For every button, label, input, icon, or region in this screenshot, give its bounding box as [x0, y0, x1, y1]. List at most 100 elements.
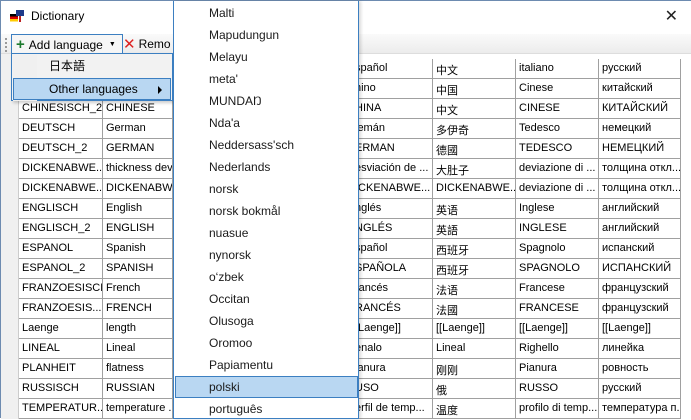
table-cell[interactable]: profilo di temp... [516, 399, 599, 419]
submenu-item[interactable]: Nda'a [175, 112, 358, 134]
table-cell[interactable]: SPANISH [103, 259, 173, 279]
submenu-item[interactable]: português [175, 398, 358, 420]
table-cell[interactable]: DICKENABWE... [19, 179, 103, 199]
table-cell[interactable]: deviazione di ... [516, 179, 599, 199]
table-cell[interactable]: ENGLISCH_2 [19, 219, 103, 239]
table-cell[interactable]: RUSSISCH [19, 379, 103, 399]
table-cell[interactable]: HINA [353, 99, 433, 119]
table-cell[interactable]: НЕМЕЦКИЙ [599, 139, 681, 159]
table-cell[interactable]: deviazione di ... [516, 159, 599, 179]
table-cell[interactable]: 德國 [433, 139, 516, 159]
submenu-item[interactable]: polski [175, 376, 358, 398]
table-cell[interactable]: FRANZOESISCH [19, 279, 103, 299]
table-cell[interactable]: французский [599, 299, 681, 319]
table-cell[interactable]: Francese [516, 279, 599, 299]
table-cell[interactable]: 温度 [433, 399, 516, 419]
submenu-item[interactable]: Nederlands [175, 156, 358, 178]
table-cell[interactable]: ERMAN [353, 139, 433, 159]
submenu-item[interactable]: o‘zbek [175, 266, 358, 288]
table-cell[interactable]: [Laenge]] [353, 319, 433, 339]
table-cell[interactable]: italiano [516, 59, 599, 79]
table-cell[interactable]: русский [599, 59, 681, 79]
table-cell[interactable]: RUSSO [516, 379, 599, 399]
table-cell[interactable]: 刚刚 [433, 359, 516, 379]
submenu-item[interactable]: Papiamentu [175, 354, 358, 376]
table-cell[interactable]: lemán [353, 119, 433, 139]
table-cell[interactable]: 多伊奇 [433, 119, 516, 139]
table-cell[interactable]: SPAGNOLO [516, 259, 599, 279]
table-cell[interactable]: 法國 [433, 299, 516, 319]
add-language-button[interactable]: + Add language ▼ [11, 34, 123, 54]
submenu-item[interactable]: Melayu [175, 46, 358, 68]
table-cell[interactable]: русский [599, 379, 681, 399]
table-cell[interactable]: USO [353, 379, 433, 399]
table-cell[interactable]: GERMAN [103, 139, 173, 159]
table-cell[interactable]: English [103, 199, 173, 219]
table-cell[interactable]: nglés [353, 199, 433, 219]
table-cell[interactable]: lanura [353, 359, 433, 379]
table-cell[interactable]: esviación de ... [353, 159, 433, 179]
table-cell[interactable]: RANCÉS [353, 299, 433, 319]
submenu-item[interactable]: Olusoga [175, 310, 358, 332]
table-cell[interactable]: flatness [103, 359, 173, 379]
table-cell[interactable]: INGLESE [516, 219, 599, 239]
table-cell[interactable]: ENGLISH [103, 219, 173, 239]
table-cell[interactable]: ИСПАНСКИЙ [599, 259, 681, 279]
table-cell[interactable]: FRANZOESIS... [19, 299, 103, 319]
submenu-item[interactable]: Occitan [175, 288, 358, 310]
table-cell[interactable]: DEUTSCH [19, 119, 103, 139]
table-cell[interactable]: spañol [353, 59, 433, 79]
table-cell[interactable]: 英語 [433, 219, 516, 239]
table-cell[interactable]: DICKENABWE [103, 179, 173, 199]
table-cell[interactable]: 西班牙 [433, 259, 516, 279]
table-cell[interactable]: 大肚子 [433, 159, 516, 179]
table-cell[interactable]: [[Laenge]] [599, 319, 681, 339]
table-cell[interactable]: German [103, 119, 173, 139]
table-cell[interactable]: SPAÑOLA [353, 259, 433, 279]
table-cell[interactable]: температура п... [599, 399, 681, 419]
table-cell[interactable]: ESPANOL [19, 239, 103, 259]
table-cell[interactable]: КИТАЙСКИЙ [599, 99, 681, 119]
table-cell[interactable]: толщина откл... [599, 159, 681, 179]
submenu-item[interactable]: MUNDAŊ [175, 90, 358, 112]
submenu-item[interactable]: Malti [175, 2, 358, 24]
close-icon[interactable]: ✕ [665, 6, 678, 26]
table-cell[interactable]: английский [599, 219, 681, 239]
table-cell[interactable]: испанский [599, 239, 681, 259]
remove-language-button[interactable]: ✕ Remo [123, 34, 171, 54]
table-cell[interactable]: толщина откл... [599, 179, 681, 199]
menu-item-other-languages[interactable]: Other languages [13, 78, 171, 100]
table-cell[interactable]: 中文 [433, 59, 516, 79]
toolbar-grip[interactable] [5, 38, 7, 52]
submenu-item[interactable]: nuasue [175, 222, 358, 244]
table-cell[interactable]: [[Laenge]] [516, 319, 599, 339]
table-cell[interactable]: Laenge [19, 319, 103, 339]
submenu-item[interactable]: Neddersass'sch [175, 134, 358, 156]
table-cell[interactable]: FRANCESE [516, 299, 599, 319]
table-cell[interactable]: temperature ... [103, 399, 173, 419]
table-cell[interactable]: thickness devi [103, 159, 173, 179]
table-cell[interactable]: TEMPERATUR... [19, 399, 103, 419]
table-cell[interactable]: [[Laenge]] [433, 319, 516, 339]
table-cell[interactable]: Tedesco [516, 119, 599, 139]
table-cell[interactable]: ENGLISCH [19, 199, 103, 219]
table-cell[interactable]: rancés [353, 279, 433, 299]
table-cell[interactable]: length [103, 319, 173, 339]
table-cell[interactable]: hino [353, 79, 433, 99]
table-cell[interactable]: Righello [516, 339, 599, 359]
table-cell[interactable]: ICKENABWE... [353, 179, 433, 199]
submenu-item[interactable]: meta' [175, 68, 358, 90]
table-cell[interactable]: 俄 [433, 379, 516, 399]
table-cell[interactable]: enalo [353, 339, 433, 359]
table-cell[interactable]: 英语 [433, 199, 516, 219]
table-cell[interactable]: 中国 [433, 79, 516, 99]
table-cell[interactable]: немецкий [599, 119, 681, 139]
table-cell[interactable]: TEDESCO [516, 139, 599, 159]
table-cell[interactable]: CINESE [516, 99, 599, 119]
table-cell[interactable]: NGLÉS [353, 219, 433, 239]
table-cell[interactable]: DICKENABWE... [433, 179, 516, 199]
table-cell[interactable]: Pianura [516, 359, 599, 379]
table-cell[interactable]: китайский [599, 79, 681, 99]
table-cell[interactable]: French [103, 279, 173, 299]
table-cell[interactable]: FRENCH [103, 299, 173, 319]
